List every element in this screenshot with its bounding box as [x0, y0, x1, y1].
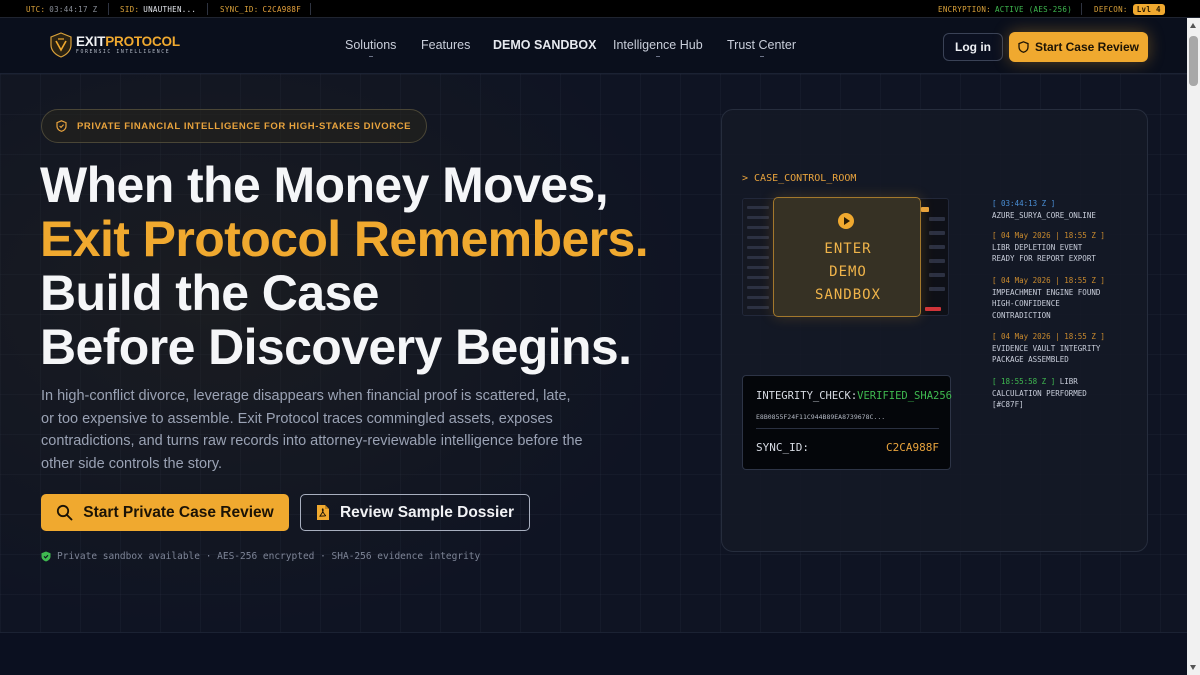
sid-label: SID:	[120, 4, 140, 14]
sid-readout: SID: UNAUTHEN...	[120, 0, 196, 18]
headline-line-2-highlight: Exit Protocol Remembers.	[40, 211, 649, 267]
shield-check-icon	[41, 551, 51, 562]
log-message: IMPEACHMENT ENGINE FOUND	[992, 287, 1101, 297]
logo[interactable]: EXITPROTOCOL FORENSIC INTELLIGENCE	[50, 32, 180, 58]
next-section-edge	[0, 632, 1187, 675]
defcon-label: DEFCON:	[1094, 4, 1128, 14]
log-message: EVIDENCE VAULT INTEGRITY	[992, 343, 1101, 353]
start-case-review-button[interactable]: Start Case Review	[1009, 32, 1148, 62]
sync-value: C2CA988F	[262, 4, 302, 14]
scrollbar[interactable]	[1187, 18, 1200, 675]
shield-icon	[1018, 41, 1029, 53]
log-timestamp: [ 04 May 2026 | 18:55 Z ]	[992, 332, 1105, 341]
nav-features[interactable]: Features	[421, 38, 470, 52]
log-entry: [ 04 May 2026 | 18:55 Z ] IMPEACHMENT EN…	[992, 275, 1105, 321]
log-message: LIBR	[1055, 377, 1078, 386]
nav-intelligence-hub[interactable]: Intelligence Hub	[613, 38, 703, 57]
sync-label: SYNC_ID:	[220, 4, 259, 14]
login-button[interactable]: Log in	[943, 33, 1003, 61]
log-entry: [ 04 May 2026 | 18:55 Z ] LIBR DEPLETION…	[992, 230, 1105, 265]
hero-headline: When the Money Moves, Exit Protocol Reme…	[40, 157, 649, 375]
log-timestamp: [ 04 May 2026 | 18:55 Z ]	[992, 276, 1105, 285]
search-icon	[57, 504, 73, 521]
log-entry: [ 18:55:58 Z ] LIBR CALCULATION PERFORME…	[992, 376, 1087, 411]
log-message: READY FOR REPORT EXPORT	[992, 254, 1096, 263]
shield-check-icon	[56, 120, 67, 132]
panel-sync-label: SYNC_ID:	[756, 441, 809, 454]
status-bar: UTC: 03:44:17 Z SID: UNAUTHEN... SYNC_ID…	[0, 0, 1200, 18]
scrollbar-thumb[interactable]	[1189, 36, 1198, 86]
utc-value: 03:44:17 Z	[49, 4, 98, 14]
encryption-label: ENCRYPTION:	[938, 4, 991, 14]
case-control-room-panel: > CASE_CONTROL_ROOM ENTER DEMO SANDBOX I…	[721, 109, 1148, 552]
pdf-file-icon	[316, 505, 329, 520]
hero-description: In high-conflict divorce, leverage disap…	[41, 388, 583, 472]
start-private-case-review-button[interactable]: Start Private Case Review	[41, 494, 289, 531]
log-timestamp: [ 03:44:13 Z ]	[992, 199, 1056, 208]
control-room-title: > CASE_CONTROL_ROOM	[742, 173, 857, 184]
sync-readout: SYNC_ID: C2CA988F	[220, 0, 301, 18]
primary-cta-label: Start Private Case Review	[83, 503, 274, 521]
dropdown-indicator	[759, 56, 764, 57]
log-message: AZURE_SURYA_CORE_ONLINE	[992, 210, 1096, 220]
logo-wordmark: EXITPROTOCOL	[76, 34, 180, 49]
trust-line-text: Private sandbox available · AES-256 encr…	[57, 551, 481, 562]
enter-demo-sandbox-button[interactable]: ENTER DEMO SANDBOX	[773, 197, 921, 317]
dropdown-indicator	[655, 56, 660, 57]
sid-value: UNAUTHEN...	[143, 4, 197, 14]
enter-demo-line-2: DEMO	[829, 264, 867, 280]
dropdown-indicator	[368, 56, 373, 57]
log-entry: [ 03:44:13 Z ] AZURE_SURYA_CORE_ONLINE	[992, 198, 1096, 221]
utc-label: UTC:	[26, 4, 46, 14]
trust-line: Private sandbox available · AES-256 encr…	[41, 551, 480, 562]
defcon-readout: DEFCON: Lvl 4	[1094, 0, 1165, 18]
integrity-check-card: INTEGRITY_CHECK:VERIFIED_SHA256 E8B0855F…	[742, 375, 952, 470]
encryption-readout: ENCRYPTION: ACTIVE (AES-256)	[938, 0, 1072, 18]
hero-badge-text: PRIVATE FINANCIAL INTELLIGENCE FOR HIGH-…	[77, 120, 412, 132]
headline-line-3: Build the Case	[40, 265, 379, 321]
encryption-value: ACTIVE (AES-256)	[994, 4, 1073, 14]
review-sample-dossier-button[interactable]: Review Sample Dossier	[300, 494, 530, 531]
start-case-review-label: Start Case Review	[1034, 40, 1140, 54]
play-icon	[838, 213, 854, 229]
nav-trust-center[interactable]: Trust Center	[727, 38, 796, 57]
defcon-level-badge: Lvl 4	[1132, 3, 1165, 15]
integrity-hash: E8B0855F24F11C944B89EA8739678C...	[756, 413, 886, 421]
log-message: [#C87F]	[992, 400, 1024, 409]
log-message: CALCULATION PERFORMED	[992, 388, 1087, 398]
logo-tagline: FORENSIC INTELLIGENCE	[76, 50, 171, 55]
log-message: HIGH-CONFIDENCE	[992, 299, 1060, 308]
scroll-down-arrow-icon[interactable]	[1190, 665, 1196, 670]
nav-solutions[interactable]: Solutions	[345, 38, 396, 57]
utc-readout: UTC: 03:44:17 Z	[26, 0, 97, 18]
log-entry: [ 04 May 2026 | 18:55 Z ] EVIDENCE VAULT…	[992, 331, 1105, 366]
scroll-up-arrow-icon[interactable]	[1190, 23, 1196, 28]
integrity-label: INTEGRITY_CHECK:	[756, 390, 858, 402]
integrity-status: VERIFIED_SHA256	[857, 390, 952, 402]
secondary-cta-label: Review Sample Dossier	[339, 503, 515, 521]
log-timestamp: [ 04 May 2026 | 18:55 Z ]	[992, 231, 1105, 240]
shield-logo-icon	[50, 32, 72, 58]
log-message: CONTRADICTION	[992, 310, 1051, 320]
log-message: LIBR DEPLETION EVENT	[992, 242, 1083, 252]
log-timestamp: [ 18:55:58 Z ]	[992, 377, 1056, 386]
log-message: PACKAGE ASSEMBLED	[992, 355, 1069, 364]
enter-demo-line-1: ENTER	[824, 241, 872, 257]
nav-demo-sandbox[interactable]: DEMO SANDBOX	[493, 38, 596, 52]
headline-line-1: When the Money Moves,	[40, 157, 609, 213]
top-navigation: EXITPROTOCOL FORENSIC INTELLIGENCE Solut…	[0, 18, 1187, 74]
enter-demo-line-3: SANDBOX	[814, 287, 881, 303]
headline-line-4: Before Discovery Begins.	[40, 319, 632, 375]
hero-badge: PRIVATE FINANCIAL INTELLIGENCE FOR HIGH-…	[41, 109, 427, 143]
panel-sync-value: C2CA988F	[886, 441, 939, 454]
